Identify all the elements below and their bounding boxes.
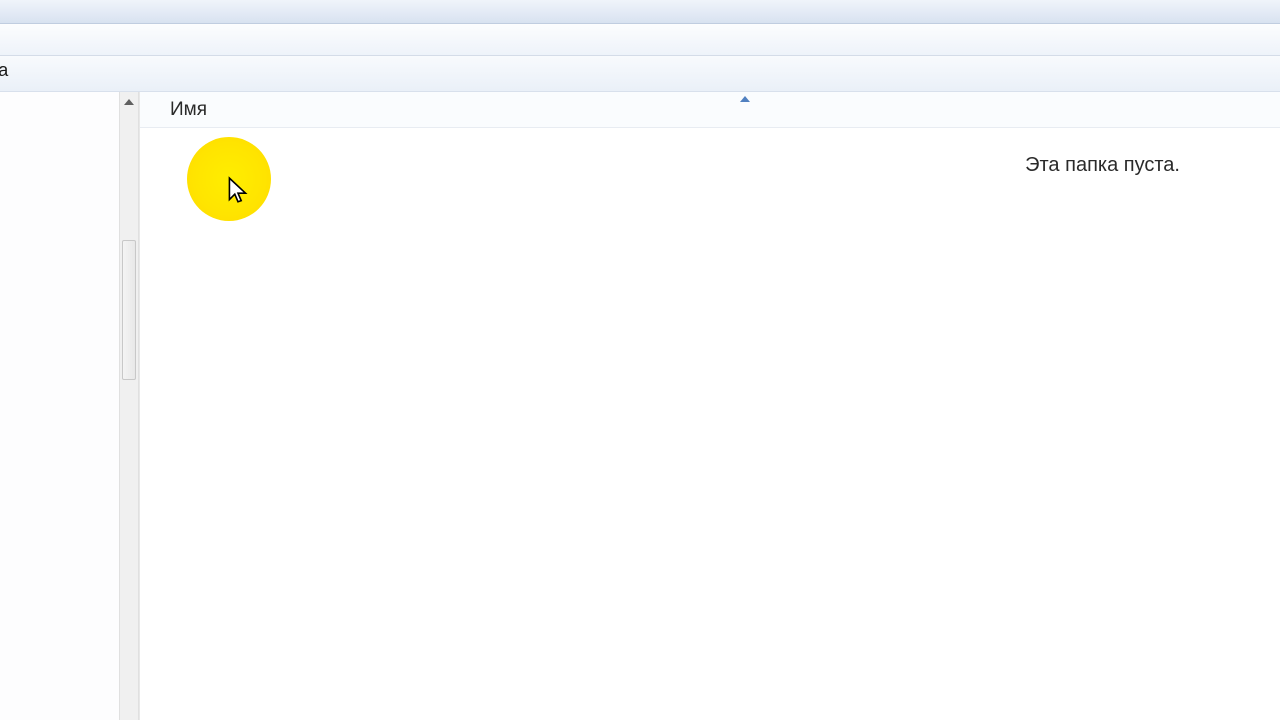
window-title-bar	[0, 0, 1280, 24]
column-header-name[interactable]: Имя	[140, 92, 760, 127]
empty-folder-message: Эта папка пуста.	[1025, 154, 1180, 177]
toolbar	[0, 56, 1280, 92]
column-header-row: Имя	[140, 92, 1280, 128]
navigation-pane[interactable]	[0, 92, 139, 720]
nav-scrollbar[interactable]	[119, 92, 139, 720]
address-bar[interactable]	[0, 24, 1280, 56]
sort-ascending-icon	[740, 96, 750, 102]
column-name-label: Имя	[170, 99, 207, 121]
cursor-icon	[227, 176, 249, 211]
file-list-pane[interactable]: Имя Эта папка пуста.	[139, 92, 1280, 720]
scrollbar-thumb[interactable]	[122, 240, 136, 380]
toolbar-partial-label: ка	[0, 60, 8, 81]
scroll-up-button[interactable]	[120, 92, 138, 112]
